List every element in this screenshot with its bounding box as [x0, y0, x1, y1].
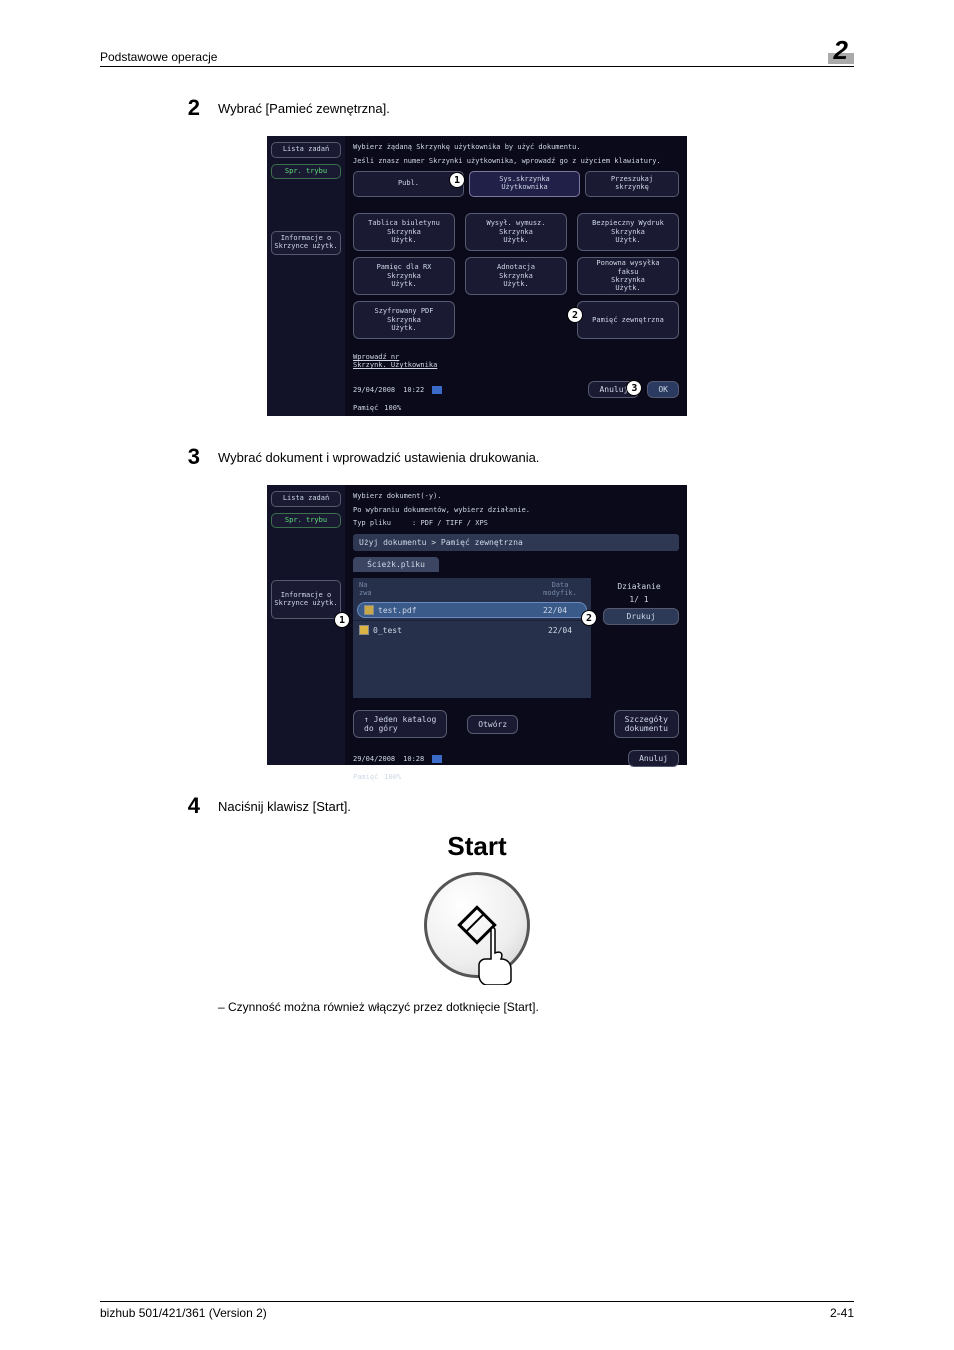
- folder-icon: [359, 625, 369, 635]
- col-name-header: Na zwa: [359, 581, 535, 597]
- action-header: Działanie: [599, 582, 679, 591]
- callout-1b: 1: [334, 612, 350, 628]
- pamiec-zewnetrzna-tile[interactable]: Pamięć zewnętrzna: [577, 301, 679, 339]
- file-date-1: 22/04: [530, 606, 580, 615]
- footer-date: 29/04/2008: [353, 386, 395, 394]
- footer2-mem-label: Pamięć: [353, 773, 378, 781]
- step4-text: Naciśnij klawisz [Start].: [218, 793, 351, 819]
- start-label: Start: [100, 831, 854, 862]
- up-dir-label: Jeden katalog do góry: [364, 715, 436, 733]
- screenshot2: Lista zadań Spr. trybu Informacje o Skrz…: [267, 485, 687, 765]
- szyfr-tile[interactable]: Szyfrowany PDF Skrzynka Użytk.: [353, 301, 455, 339]
- footer2-date: 29/04/2008: [353, 755, 395, 763]
- bullet-note: – Czynność można również włączyć przez d…: [218, 1000, 854, 1014]
- footer2-time: 10:28: [403, 755, 424, 763]
- footer-left: bizhub 501/421/361 (Version 2): [100, 1306, 267, 1320]
- typ-pliku-value: : PDF / TIFF / XPS: [412, 519, 488, 527]
- start-illustration: Start: [100, 831, 854, 978]
- anuluj-label: Anuluj: [599, 385, 628, 394]
- section-title: Podstawowe operacje: [100, 50, 217, 64]
- callout-1: 1: [449, 172, 465, 188]
- screenshot1: Lista zadań Spr. trybu Informacje o Skrz…: [267, 136, 687, 416]
- drukuj-button[interactable]: Drukuj: [603, 608, 679, 625]
- file-row-selected[interactable]: test.pdf 22/04: [357, 602, 587, 618]
- spr-trybu-button-2[interactable]: Spr. trybu: [271, 513, 341, 529]
- adnot-tile[interactable]: Adnotacja Skrzynka Użytk.: [465, 257, 567, 295]
- chapter-number: 2: [828, 40, 854, 64]
- otworz-button[interactable]: Otwórz: [467, 715, 518, 734]
- step3-text: Wybrać dokument i wprowadzić ustawienia …: [218, 444, 539, 470]
- col-date-header: Data modyfik.: [535, 581, 585, 597]
- path-tab[interactable]: Ścieżk.pliku: [353, 557, 439, 572]
- anuluj-button[interactable]: Anuluj 3: [588, 381, 639, 398]
- publ-tab-label: Publ.: [398, 180, 419, 188]
- breadcrumb: Użyj dokumentu > Pamięć zewnętrzna: [353, 534, 679, 551]
- footer-mem-pct: 100%: [384, 404, 401, 412]
- pamrx-tile[interactable]: Pamięc dla RX Skrzynka Użytk.: [353, 257, 455, 295]
- instr2-line1: Wybierz dokument(-y).: [353, 493, 679, 501]
- footer-right: 2-41: [830, 1306, 854, 1320]
- up-dir-button[interactable]: ↑ Jeden katalog do góry: [353, 710, 447, 738]
- step2-text: Wybrać [Pamieć zewnętrzna].: [218, 95, 390, 121]
- przeszukaj-tab[interactable]: Przeszukaj skrzynkę: [585, 171, 679, 196]
- wysyl-tile[interactable]: Wysył. wymusz. Skrzynka Użytk.: [465, 213, 567, 251]
- callout-2a: 2: [567, 307, 583, 323]
- info-skrzynce-label-2: Informacje o Skrzynce użytk.: [274, 591, 337, 607]
- start-hardware-button: [424, 872, 530, 978]
- publ-tab[interactable]: Publ. 1: [353, 171, 464, 196]
- ponowna-tile[interactable]: Ponowna wysyłka faksu Skrzynka Użytk.: [577, 257, 679, 295]
- step3-number: 3: [180, 444, 200, 470]
- callout-2b: 2: [581, 610, 597, 626]
- hint-enter-number: Wprowadź nr Skrzynk. Użytkownika: [353, 353, 679, 369]
- file-name-1: test.pdf: [378, 606, 417, 615]
- memory-icon-2: [432, 755, 442, 763]
- ok-button[interactable]: OK: [647, 381, 679, 398]
- step2-number: 2: [180, 95, 200, 121]
- info-skrzynce-button[interactable]: Informacje o Skrzynce użytk.: [271, 231, 341, 254]
- footer2-mem-pct: 100%: [384, 773, 401, 781]
- instruction-line1: Wybierz żądaną Skrzynkę użytkownika by u…: [353, 144, 679, 152]
- szczegoly-button[interactable]: Szczegóły dokumentu: [614, 710, 679, 738]
- instr2-line2: Po wybraniu dokumentów, wybierz działani…: [353, 507, 679, 515]
- sys-skrzynka-tab[interactable]: Sys.skrzynka Użytkownika: [469, 171, 580, 196]
- anuluj-button-2[interactable]: Anuluj: [628, 750, 679, 767]
- page-indicator: 1/ 1: [599, 595, 679, 604]
- tablica-tile[interactable]: Tablica biuletynu Skrzynka Użytk.: [353, 213, 455, 251]
- footer-time: 10:22: [403, 386, 424, 394]
- hand-icon: [471, 925, 521, 985]
- bezp-tile[interactable]: Bezpieczny Wydruk Skrzynka Użytk.: [577, 213, 679, 251]
- file-name-2: 0_test: [373, 626, 402, 635]
- file-icon: [364, 605, 374, 615]
- info-skrzynce-button-2[interactable]: Informacje o Skrzynce użytk. 1: [271, 580, 341, 619]
- lista-zadan-button[interactable]: Lista zadań: [271, 142, 341, 158]
- typ-pliku-label: Typ pliku: [353, 519, 391, 527]
- file-date-2: 22/04: [535, 626, 585, 635]
- callout-3: 3: [626, 380, 642, 396]
- memory-icon: [432, 386, 442, 394]
- file-row[interactable]: 0_test 22/04: [353, 620, 591, 639]
- lista-zadan-button-2[interactable]: Lista zadań: [271, 491, 341, 507]
- step4-number: 4: [180, 793, 200, 819]
- footer-mem-label: Pamięć: [353, 404, 378, 412]
- instruction-line2: Jeśli znasz numer Skrzynki użytkownika, …: [353, 158, 679, 166]
- spr-trybu-button[interactable]: Spr. trybu: [271, 164, 341, 180]
